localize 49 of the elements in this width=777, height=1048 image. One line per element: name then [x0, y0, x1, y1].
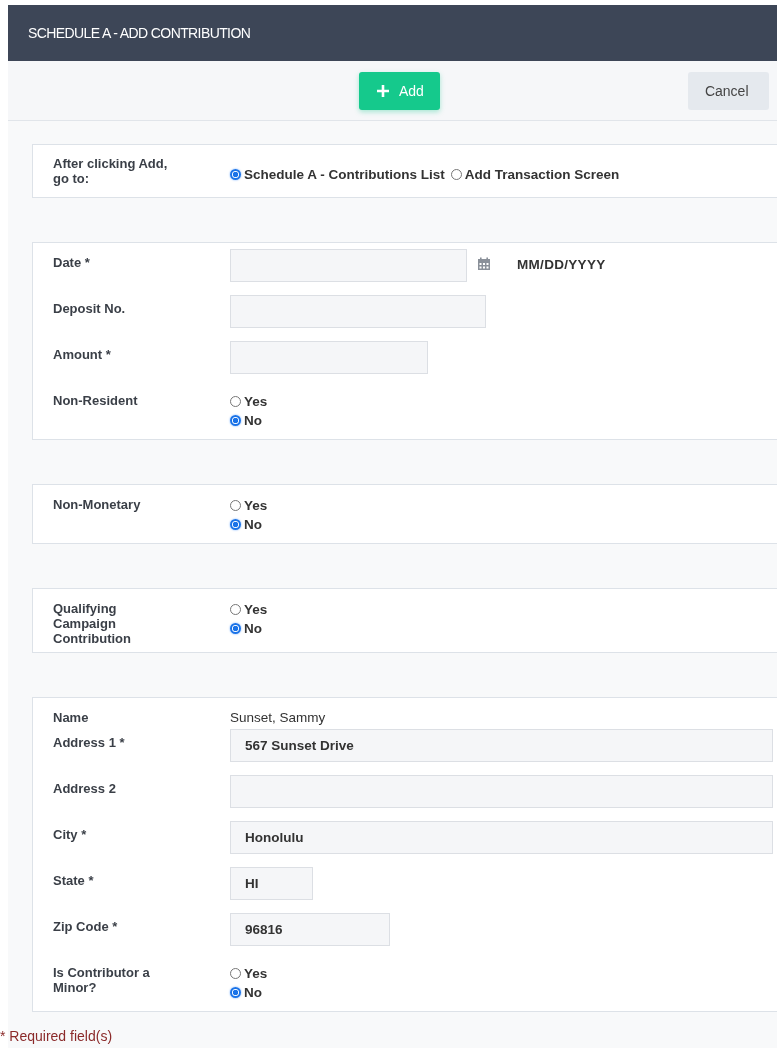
- field-label: Qualifying Campaign Contribution: [53, 600, 132, 646]
- field-label: Amount *: [53, 346, 112, 362]
- window-title: SCHEDULE A - ADD CONTRIBUTION: [28, 25, 251, 41]
- input-field[interactable]: [230, 775, 773, 808]
- radio-label: Yes: [244, 601, 268, 619]
- required-fields-note: * Required field(s): [0, 1028, 114, 1044]
- radio-button[interactable]: [230, 500, 241, 511]
- radio-label: No: [244, 620, 262, 638]
- field-label: Name: [53, 709, 90, 725]
- input-field[interactable]: HI: [230, 867, 313, 900]
- field-label: Is Contributor a Minor?: [53, 964, 151, 995]
- field-label: Address 1 *: [53, 734, 126, 750]
- field-label: Zip Code *: [53, 918, 119, 934]
- cancel-button[interactable]: Cancel: [687, 71, 769, 110]
- radio-label: Schedule A - Contributions List: [244, 165, 445, 184]
- input-field[interactable]: 567 Sunset Drive: [230, 729, 773, 762]
- input-field[interactable]: [230, 341, 428, 374]
- field-label: Date *: [53, 254, 91, 270]
- radio-button[interactable]: [230, 415, 241, 426]
- field-label: City *: [53, 826, 88, 842]
- field-value: Sunset, Sammy: [230, 709, 326, 725]
- radio-button[interactable]: [230, 519, 241, 530]
- radio-label: Yes: [244, 965, 268, 983]
- radio-label: No: [244, 984, 262, 1002]
- radio-label: Yes: [244, 497, 268, 515]
- date-format-hint: MM/DD/YYYY: [517, 257, 606, 272]
- field-label: State *: [53, 872, 95, 888]
- radio-button[interactable]: [230, 987, 241, 998]
- field-label: Non-Resident: [53, 392, 139, 408]
- calendar-icon[interactable]: [477, 257, 491, 271]
- radio-button[interactable]: [450, 168, 462, 180]
- input-field[interactable]: Honolulu: [230, 821, 773, 854]
- plus-icon: [376, 83, 390, 98]
- date-field[interactable]: [230, 249, 467, 282]
- radio-button[interactable]: [230, 623, 241, 634]
- radio-label: No: [244, 516, 262, 534]
- radio-button[interactable]: [230, 604, 241, 615]
- radio-button[interactable]: [230, 168, 241, 180]
- field-label: Non-Monetary: [53, 496, 142, 512]
- field-label: Deposit No.: [53, 300, 127, 316]
- field-label: After clicking Add, go to:: [53, 156, 169, 186]
- radio-label: Add Transaction Screen: [464, 165, 620, 184]
- radio-button[interactable]: [230, 396, 241, 407]
- radio-button[interactable]: [230, 968, 241, 979]
- field-label: Address 2: [53, 780, 117, 796]
- input-field[interactable]: [230, 295, 486, 328]
- radio-label: Yes: [244, 393, 268, 411]
- radio-label: No: [244, 412, 262, 430]
- input-field[interactable]: 96816: [230, 913, 390, 946]
